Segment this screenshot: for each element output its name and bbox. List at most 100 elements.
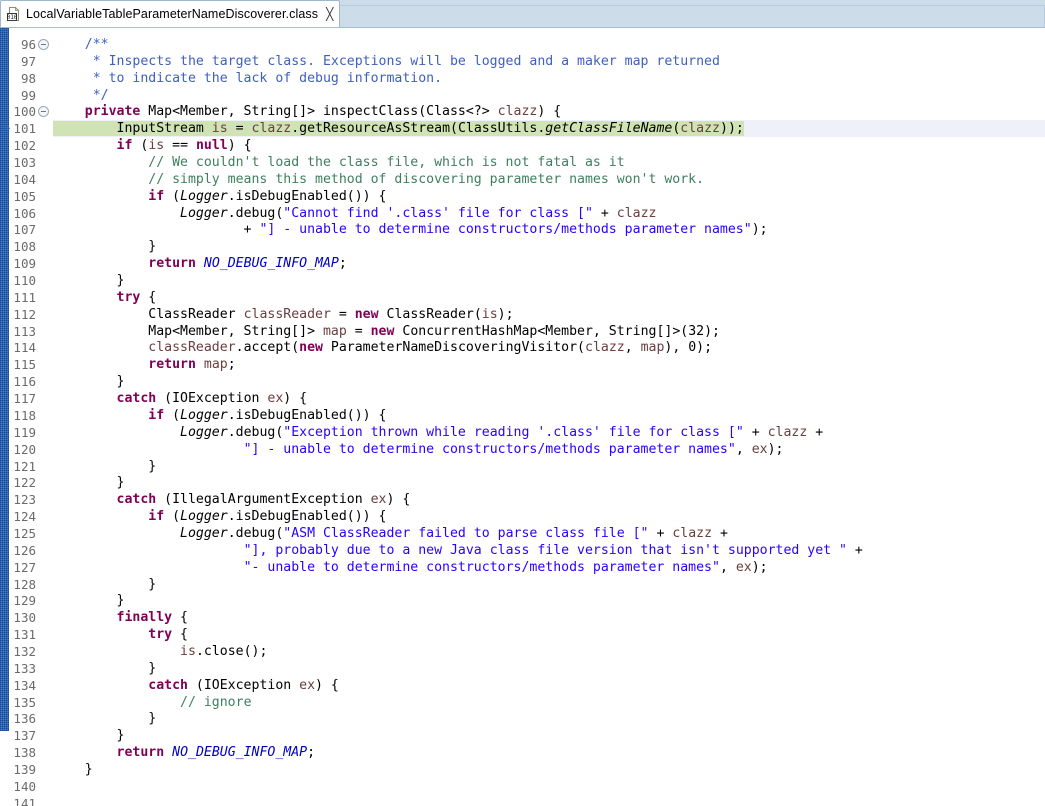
code-line-row[interactable]: 97 * Inspects the target class. Exceptio… xyxy=(0,53,1045,70)
code-line-text: "], probably due to a new Java class fil… xyxy=(53,542,863,559)
code-line-row[interactable]: 139 } xyxy=(0,761,1045,778)
code-line-row[interactable]: 105 if (Logger.isDebugEnabled()) { xyxy=(0,188,1045,205)
editor-tab-active[interactable]: 010 LocalVariableTableParameterNameDisco… xyxy=(0,0,341,27)
code-token: ex xyxy=(751,441,768,457)
line-number: 122 xyxy=(13,475,36,491)
code-token: { xyxy=(172,610,188,626)
code-token: } xyxy=(53,576,157,592)
code-line-row[interactable]: 114 classReader.accept(new ParameterName… xyxy=(0,339,1045,356)
code-line-row[interactable]: 131 try { xyxy=(0,626,1045,643)
code-token: ( xyxy=(164,509,181,525)
code-line-row[interactable]: » 101 InputStream is = clazz.getResourceA… xyxy=(0,120,1045,138)
code-line-row[interactable]: 109 return NO_DEBUG_INFO_MAP; xyxy=(0,255,1045,272)
svg-text:010: 010 xyxy=(7,14,18,21)
code-line-row[interactable]: 118 if (Logger.isDebugEnabled()) { xyxy=(0,407,1045,424)
code-line-row[interactable]: 127 "- unable to determine constructors/… xyxy=(0,559,1045,576)
code-line-row[interactable]: 134 catch (IOException ex) { xyxy=(0,677,1045,694)
code-line-text: return map; xyxy=(53,356,235,373)
code-line-row[interactable]: 113 Map<Member, String[]> map = new Conc… xyxy=(0,323,1045,340)
code-token: ); xyxy=(497,306,514,322)
code-line-row[interactable]: 119 Logger.debug("Exception thrown while… xyxy=(0,424,1045,441)
code-line-text: } xyxy=(53,474,125,491)
code-token: * Inspects the target class. Exceptions … xyxy=(92,53,720,69)
code-line-row[interactable]: 137 } xyxy=(0,727,1045,744)
code-token: "Exception thrown while reading '.class'… xyxy=(283,424,744,440)
code-line-row[interactable]: 123 catch (IllegalArgumentException ex) … xyxy=(0,491,1045,508)
code-line-row[interactable]: 96 /** xyxy=(0,36,1045,53)
line-number: 117 xyxy=(13,391,36,407)
code-token: map xyxy=(322,323,347,339)
code-token: Map<Member, String[]> inspectClass(Class… xyxy=(140,104,498,120)
code-line-row[interactable]: 138 return NO_DEBUG_INFO_MAP; xyxy=(0,744,1045,761)
code-line-row[interactable]: 126 "], probably due to a new Java class… xyxy=(0,542,1045,559)
code-line-row[interactable]: 100 private Map<Member, String[]> inspec… xyxy=(0,103,1045,120)
code-line-row[interactable]: 111 try { xyxy=(0,289,1045,306)
code-token: = xyxy=(346,323,371,339)
code-line-row[interactable]: 140 xyxy=(0,778,1045,795)
code-line-row[interactable]: 106 Logger.debug("Cannot find '.class' f… xyxy=(0,205,1045,222)
line-number: 112 xyxy=(13,306,36,322)
code-token: ex xyxy=(370,492,387,508)
code-line-row[interactable]: 130 finally { xyxy=(0,609,1045,626)
code-line-row[interactable]: 128 } xyxy=(0,576,1045,593)
code-token: return xyxy=(148,357,196,373)
code-line-row[interactable]: 136 } xyxy=(0,710,1045,727)
code-line-text: catch (IOException ex) { xyxy=(53,677,339,694)
code-line-row[interactable]: 122 } xyxy=(0,474,1045,491)
code-token: "Cannot find '.class' file for class [" xyxy=(283,205,593,221)
code-line-row[interactable]: 120 "] - unable to determine constructor… xyxy=(0,441,1045,458)
code-line-row[interactable]: 129 } xyxy=(0,592,1045,609)
line-number: 137 xyxy=(13,728,36,744)
code-text-area[interactable]: 96 /** 97 * Inspects the target class. Ex… xyxy=(0,28,1045,806)
code-line-row[interactable]: 117 catch (IOException ex) { xyxy=(0,390,1045,407)
close-icon[interactable]: ╳ xyxy=(326,8,333,20)
code-line-text: if (Logger.isDebugEnabled()) { xyxy=(53,508,386,525)
code-line-row[interactable]: 141 xyxy=(0,795,1045,806)
line-number: 96 xyxy=(20,37,36,52)
code-line-row[interactable]: 135 // ignore xyxy=(0,694,1045,711)
code-line-row[interactable]: 124 if (Logger.isDebugEnabled()) { xyxy=(0,508,1045,525)
code-token: } xyxy=(53,475,125,491)
code-line-row[interactable]: 115 return map; xyxy=(0,356,1045,373)
code-line-row[interactable]: 99 */ xyxy=(0,87,1045,104)
code-line-row[interactable]: 121 } xyxy=(0,458,1045,475)
code-line-row[interactable]: 98 * to indicate the lack of debug infor… xyxy=(0,70,1045,87)
code-line-row[interactable]: 125 Logger.debug("ASM ClassReader failed… xyxy=(0,525,1045,542)
code-editor[interactable]: 96 /** 97 * Inspects the target class. Ex… xyxy=(0,28,1045,806)
code-token: ) { xyxy=(315,677,339,693)
code-line-row[interactable]: 107 + "] - unable to determine construct… xyxy=(0,221,1045,238)
code-line-text: } xyxy=(53,727,125,744)
code-line-row[interactable]: 132 is.close(); xyxy=(0,643,1045,660)
code-line-row[interactable]: 108 } xyxy=(0,238,1045,255)
code-token: + xyxy=(743,424,768,440)
code-line-row[interactable]: 104 // simply means this method of disco… xyxy=(0,171,1045,188)
code-token: NO_DEBUG_INFO_MAP xyxy=(203,256,339,272)
line-number: 116 xyxy=(13,374,36,390)
code-line-text: } xyxy=(53,373,125,390)
code-line-row[interactable]: 116 } xyxy=(0,373,1045,390)
code-line-row[interactable]: 133 } xyxy=(0,660,1045,677)
code-token: + xyxy=(712,525,728,541)
code-line-row[interactable]: 102 if (is == null) { xyxy=(0,137,1045,154)
code-line-row[interactable]: 103 // We couldn't load the class file, … xyxy=(0,154,1045,171)
line-number: 99 xyxy=(20,87,36,103)
code-line-row[interactable]: 112 ClassReader classReader = new ClassR… xyxy=(0,306,1045,323)
code-token: clazz xyxy=(616,205,657,221)
fold-collapse-icon[interactable] xyxy=(38,39,49,50)
code-token: Logger xyxy=(180,205,228,221)
code-token: // simply means this method of discoveri… xyxy=(148,171,705,187)
code-token: return xyxy=(148,256,196,272)
code-token: } xyxy=(53,711,157,727)
code-line-row[interactable]: 110 } xyxy=(0,272,1045,289)
fold-collapse-icon[interactable] xyxy=(38,106,49,118)
